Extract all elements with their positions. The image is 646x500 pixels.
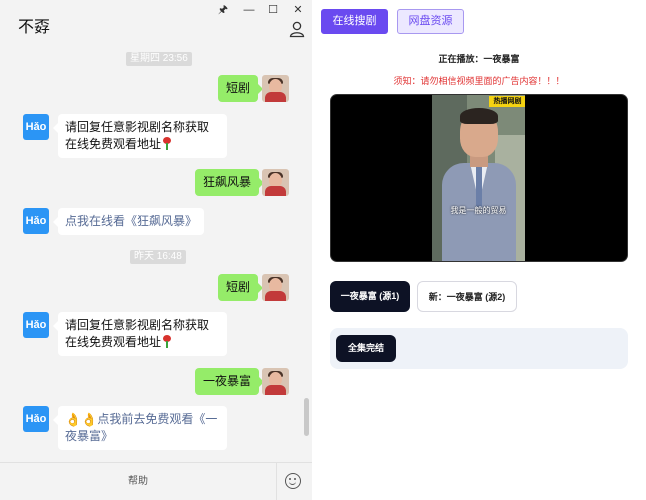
chat-title: 不孬 bbox=[18, 19, 51, 36]
bot-avatar[interactable]: Hǎo bbox=[23, 406, 49, 432]
bot-avatar[interactable]: Hǎo bbox=[23, 114, 49, 140]
time-tag: 星期四 23:56 bbox=[126, 52, 192, 66]
emoji-icon[interactable] bbox=[285, 473, 301, 489]
user-avatar[interactable] bbox=[262, 368, 289, 395]
chat-footer: 帮助 bbox=[0, 462, 312, 500]
video-player[interactable]: 热播网剧 我是一般的贸易 bbox=[330, 94, 628, 262]
source-2-button[interactable]: 新：一夜暴富 (源2) bbox=[417, 281, 517, 312]
ok-hand-emoji-icon: 👌👌 bbox=[65, 412, 98, 427]
chat-header: 不孬 🖈 — ☐ ✕ bbox=[0, 0, 312, 48]
episode-panel: 全集完结 bbox=[330, 328, 628, 369]
video-badge: 热播网剧 bbox=[489, 96, 525, 107]
tab-netdisk[interactable]: 网盘资源 bbox=[397, 9, 464, 34]
maximize-icon[interactable]: ☐ bbox=[262, 2, 284, 18]
help-button[interactable]: 帮助 bbox=[0, 463, 276, 500]
user-avatar[interactable] bbox=[262, 169, 289, 196]
message-bubble-incoming[interactable]: 请回复任意影视剧名称获取在线免费观看地址 bbox=[53, 114, 227, 158]
footer-divider bbox=[276, 463, 277, 500]
message-text: 请回复任意影视剧名称获取在线免费观看地址 bbox=[65, 120, 210, 151]
user-avatar[interactable] bbox=[262, 274, 289, 301]
message-bubble-incoming[interactable]: 请回复任意影视剧名称获取在线免费观看地址 bbox=[53, 312, 227, 356]
message-bubble-outgoing[interactable]: 短剧 bbox=[218, 274, 264, 301]
message-list[interactable]: 星期四 23:56 短剧 Hǎo 请回复任意影视剧名称获取在线免费观看地址 狂飙… bbox=[0, 48, 312, 462]
message-text: 请回复任意影视剧名称获取在线免费观看地址 bbox=[65, 318, 210, 349]
close-icon[interactable]: ✕ bbox=[287, 2, 309, 18]
video-subtitle: 我是一般的贸易 bbox=[450, 206, 507, 215]
bot-avatar[interactable]: Hǎo bbox=[23, 208, 49, 234]
rose-emoji-icon bbox=[162, 335, 172, 348]
message-bubble-outgoing[interactable]: 狂飙风暴 bbox=[195, 169, 265, 196]
watch-link[interactable]: 点我在线看《狂飙风暴》 bbox=[65, 214, 197, 228]
time-tag: 昨天 16:48 bbox=[130, 250, 186, 264]
tab-online-search[interactable]: 在线搜剧 bbox=[321, 9, 388, 34]
chat-panel: 不孬 🖈 — ☐ ✕ 星期四 23:56 短剧 Hǎo 请回复任意影视剧名称获取… bbox=[0, 0, 312, 500]
message-bubble-incoming[interactable]: 👌👌点我前去免费观看《一夜暴富》 bbox=[53, 406, 227, 450]
player-panel: 在线搜剧 网盘资源 正在播放：一夜暴富 须知：请勿相信视频里面的广告内容！！！ … bbox=[312, 0, 646, 500]
message-bubble-outgoing[interactable]: 短剧 bbox=[218, 75, 264, 102]
message-bubble-incoming[interactable]: 点我在线看《狂飙风暴》 bbox=[52, 208, 205, 235]
bot-avatar[interactable]: Hǎo bbox=[23, 312, 49, 338]
rose-emoji-icon bbox=[162, 137, 172, 150]
profile-icon[interactable] bbox=[288, 20, 306, 38]
pin-icon[interactable]: 🖈 bbox=[212, 2, 234, 18]
source-1-button[interactable]: 一夜暴富 (源1) bbox=[330, 281, 410, 312]
episode-button[interactable]: 全集完结 bbox=[336, 335, 396, 362]
warning-notice: 须知：请勿相信视频里面的广告内容！！！ bbox=[393, 76, 565, 86]
chat-scrollbar[interactable] bbox=[304, 398, 309, 436]
now-playing-title: 正在播放：一夜暴富 bbox=[438, 54, 520, 64]
message-bubble-outgoing[interactable]: 一夜暴富 bbox=[195, 368, 265, 395]
minimize-icon[interactable]: — bbox=[238, 2, 260, 18]
video-frame: 热播网剧 我是一般的贸易 bbox=[432, 95, 525, 261]
user-avatar[interactable] bbox=[262, 75, 289, 102]
